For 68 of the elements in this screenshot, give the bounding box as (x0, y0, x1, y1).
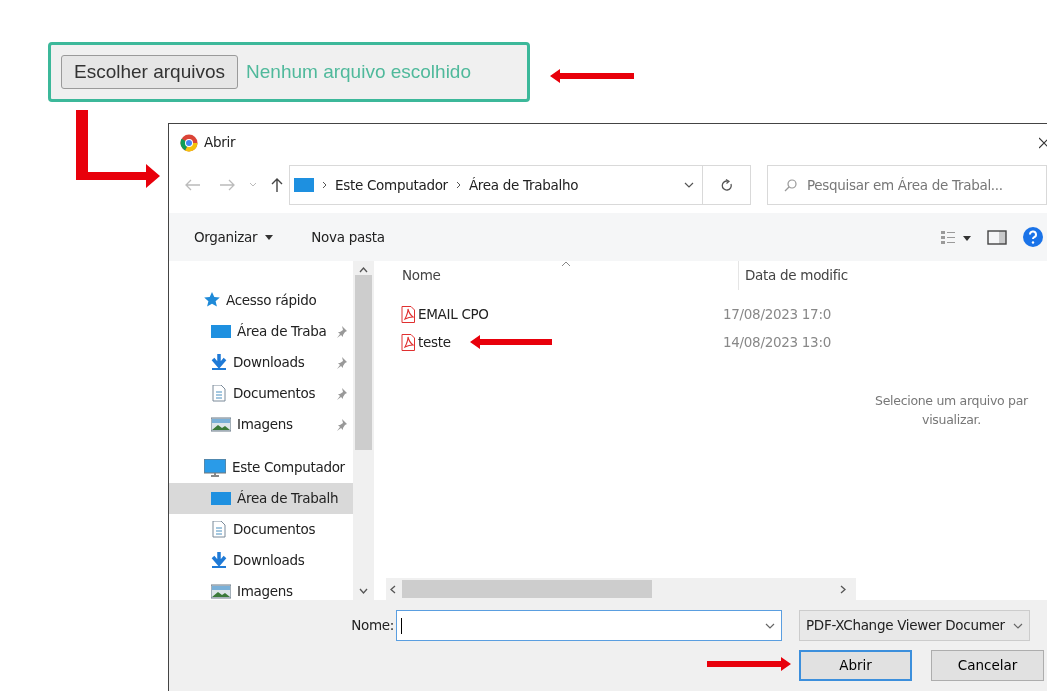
browser-icon (180, 133, 198, 152)
toolbar-button[interactable]: Organizar (194, 226, 274, 248)
download-icon (211, 353, 227, 372)
search-field[interactable]: Pesquisar em Área de Trabal... (767, 165, 1047, 205)
nav-item[interactable]: Acesso rápido (169, 285, 353, 316)
close-icon[interactable] (1039, 136, 1047, 149)
nav-item[interactable]: Área de Trabalh (169, 483, 353, 514)
nav-item[interactable]: Downloads (169, 545, 353, 576)
download-icon (211, 551, 227, 570)
address-bar[interactable]: Este Computador Área de Trabalho (289, 165, 703, 205)
toolbar-button[interactable]: Nova pasta (311, 226, 385, 248)
text-cursor-icon (401, 617, 403, 634)
arrow-icon (707, 656, 791, 672)
preview-text: visualizar. (922, 410, 981, 429)
document-icon (211, 520, 227, 539)
column-header[interactable]: Nome (386, 265, 738, 286)
chevron-down-icon (1012, 622, 1023, 629)
nav-item[interactable]: Documentos (169, 378, 353, 409)
picture-icon (211, 582, 231, 601)
desktop-icon (211, 489, 231, 508)
sort-icon (561, 261, 571, 267)
nav-item[interactable]: Área de Traba (169, 316, 353, 347)
scrollbar[interactable] (386, 578, 856, 600)
search-icon (784, 178, 797, 192)
chevron-down-icon[interactable] (684, 182, 694, 188)
nav-item[interactable]: Este Computador (169, 452, 353, 483)
column-header[interactable]: Data de modific (738, 261, 848, 290)
dialog-title: Abrir (204, 133, 236, 153)
nav-item[interactable]: Downloads (169, 347, 353, 378)
preview-pane-icon[interactable] (987, 229, 1007, 245)
picture-icon (211, 415, 231, 434)
nav-item[interactable]: Imagens (169, 576, 353, 607)
scroll-right-icon[interactable] (840, 584, 846, 594)
dialog-button[interactable]: Abrir (799, 650, 912, 681)
arrow-icon (470, 334, 552, 350)
up-icon[interactable] (271, 177, 283, 193)
dialog-button[interactable]: Cancelar (931, 650, 1044, 681)
breadcrumb-item[interactable]: Área de Trabalho (468, 174, 579, 196)
scroll-left-icon[interactable] (390, 584, 396, 594)
pdf-file-icon (401, 305, 415, 323)
search-placeholder: Pesquisar em Área de Trabal... (807, 175, 1003, 195)
monitor-icon (294, 177, 314, 193)
arrow-icon (550, 68, 634, 84)
preview-text: Selecione um arquivo par (875, 391, 1028, 410)
filename-field[interactable] (396, 610, 782, 641)
desktop-icon (211, 322, 231, 341)
breadcrumb-item[interactable]: Este Computador (335, 174, 448, 196)
computer-icon (204, 458, 226, 477)
scrollbar[interactable] (353, 261, 374, 600)
file-row[interactable]: EMAIL CPO 17/08/2023 17:0 (386, 300, 856, 328)
refresh-icon[interactable] (720, 178, 733, 192)
scroll-up-icon[interactable] (359, 267, 368, 273)
chevron-right-icon (455, 181, 461, 189)
pdf-file-icon (401, 333, 415, 351)
file-row[interactable]: teste 14/08/2023 13:0 (386, 328, 856, 356)
nav-item[interactable]: Imagens (169, 409, 353, 440)
chevron-right-icon (322, 181, 327, 189)
document-icon (211, 384, 227, 403)
view-options-icon[interactable] (941, 230, 971, 244)
choose-files-button[interactable]: Escolher arquivos (61, 54, 239, 90)
file-type-dropdown[interactable]: PDF-XChange Viewer Documer (799, 610, 1030, 641)
file-status-text: Nenhum arquivo escolhido (246, 59, 471, 84)
chevron-down-icon (765, 622, 775, 629)
caret-icon (265, 234, 274, 240)
filename-label: Nome: (350, 616, 395, 636)
scroll-down-icon[interactable] (359, 588, 368, 594)
nav-item[interactable]: Documentos (169, 514, 353, 545)
help-icon[interactable] (1023, 227, 1043, 247)
